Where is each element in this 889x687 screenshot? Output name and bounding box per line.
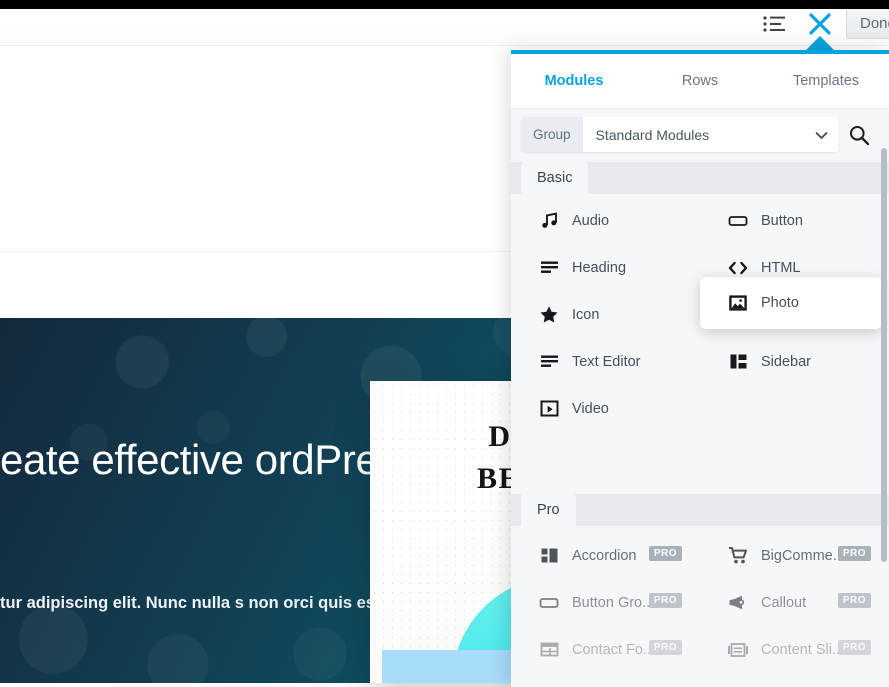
module-item-heading[interactable]: Heading xyxy=(511,244,700,291)
module-grid-pro: Accordion PRO BigComme... PRO Button Gro… xyxy=(511,532,889,687)
module-label: Accordion xyxy=(572,548,636,564)
section-tabbar-pro: Pro xyxy=(511,494,889,526)
module-item-button[interactable]: Button xyxy=(700,197,889,244)
group-select-field: Group Standard Modules xyxy=(521,117,839,152)
module-label: Contact Fo... xyxy=(572,642,655,658)
module-label: Callout xyxy=(761,595,806,611)
wp-admin-bar xyxy=(0,0,889,9)
pro-badge: PRO xyxy=(838,640,871,655)
module-label: Button Gro... xyxy=(572,595,654,611)
module-item-accordion[interactable]: Accordion PRO xyxy=(511,532,700,579)
pro-badge: PRO xyxy=(649,593,682,608)
module-item-bigcommerce[interactable]: BigComme... PRO xyxy=(700,532,889,579)
module-item-audio[interactable]: Audio xyxy=(511,197,700,244)
megaphone-icon xyxy=(728,593,748,613)
heading-icon xyxy=(539,258,559,278)
module-item-sidebar[interactable]: Sidebar xyxy=(700,338,889,385)
section-tabbar-basic: Basic xyxy=(511,162,889,194)
pro-badge: PRO xyxy=(838,546,871,561)
close-icon[interactable] xyxy=(805,11,835,37)
text-editor-icon xyxy=(539,352,559,372)
sidebar-icon xyxy=(728,352,748,372)
chevron-down-icon xyxy=(815,127,828,143)
group-label[interactable]: Group xyxy=(521,117,583,152)
module-item-photo[interactable]: Photo xyxy=(700,277,882,329)
builder-toolbar xyxy=(0,9,889,46)
done-button-label: Done xyxy=(860,15,889,32)
photo-icon xyxy=(728,293,748,313)
module-label: Button xyxy=(761,213,803,229)
group-select[interactable]: Standard Modules xyxy=(583,127,839,143)
tab-templates[interactable]: Templates xyxy=(763,54,889,108)
star-icon xyxy=(539,305,559,325)
module-label: HTML xyxy=(761,260,800,276)
module-item-contact-form[interactable]: Contact Fo... PRO xyxy=(511,626,700,673)
module-item-call-to-action[interactable]: Call to Acti... PRO xyxy=(700,673,889,687)
module-label: BigComme... xyxy=(761,548,845,564)
video-icon xyxy=(539,399,559,419)
module-item-video[interactable]: Video xyxy=(511,385,700,432)
module-label: Audio xyxy=(572,213,609,229)
pro-badge: PRO xyxy=(838,593,871,608)
list-view-icon[interactable] xyxy=(762,14,788,34)
module-item-callout[interactable]: Callout PRO xyxy=(700,579,889,626)
cart-icon xyxy=(728,546,748,566)
panel-tab-bar: Modules Rows Templates xyxy=(511,54,889,109)
module-label: Sidebar xyxy=(761,354,811,370)
group-select-value: Standard Modules xyxy=(596,127,710,143)
button-icon xyxy=(539,593,559,613)
module-item-icon[interactable]: Icon xyxy=(511,291,700,338)
panel-scrollbar[interactable] xyxy=(879,140,889,683)
contact-form-icon xyxy=(539,640,559,660)
panel-scrollbar-thumb[interactable] xyxy=(881,148,887,562)
module-label: Heading xyxy=(572,260,626,276)
search-icon[interactable] xyxy=(839,124,879,146)
content-slider-icon xyxy=(728,640,748,660)
module-label: Video xyxy=(572,401,609,417)
music-note-icon xyxy=(539,211,559,231)
accordion-icon xyxy=(539,546,559,566)
module-item-text-editor[interactable]: Text Editor xyxy=(511,338,700,385)
module-item-button-group[interactable]: Button Gro... PRO xyxy=(511,579,700,626)
tab-rows[interactable]: Rows xyxy=(637,54,763,108)
panel-caret-icon xyxy=(806,36,834,50)
module-item-content-slider[interactable]: Content Sli... PRO xyxy=(700,626,889,673)
module-label: Content Sli... xyxy=(761,642,844,658)
pro-badge: PRO xyxy=(649,640,682,655)
section-tab-basic[interactable]: Basic xyxy=(521,162,588,194)
done-button[interactable]: Done xyxy=(846,9,889,39)
module-label: Icon xyxy=(572,307,599,323)
module-label: Text Editor xyxy=(572,354,641,370)
module-item-countdown[interactable]: Countdown PRO xyxy=(511,673,700,687)
code-icon xyxy=(728,258,748,278)
module-label: Photo xyxy=(761,295,799,311)
section-tab-pro[interactable]: Pro xyxy=(521,494,576,526)
pro-badge: PRO xyxy=(649,546,682,561)
tab-modules[interactable]: Modules xyxy=(511,54,637,108)
button-icon xyxy=(728,211,748,231)
modules-panel: Modules Rows Templates Group Standard Mo… xyxy=(511,50,889,687)
panel-search-bar: Group Standard Modules xyxy=(511,109,889,160)
